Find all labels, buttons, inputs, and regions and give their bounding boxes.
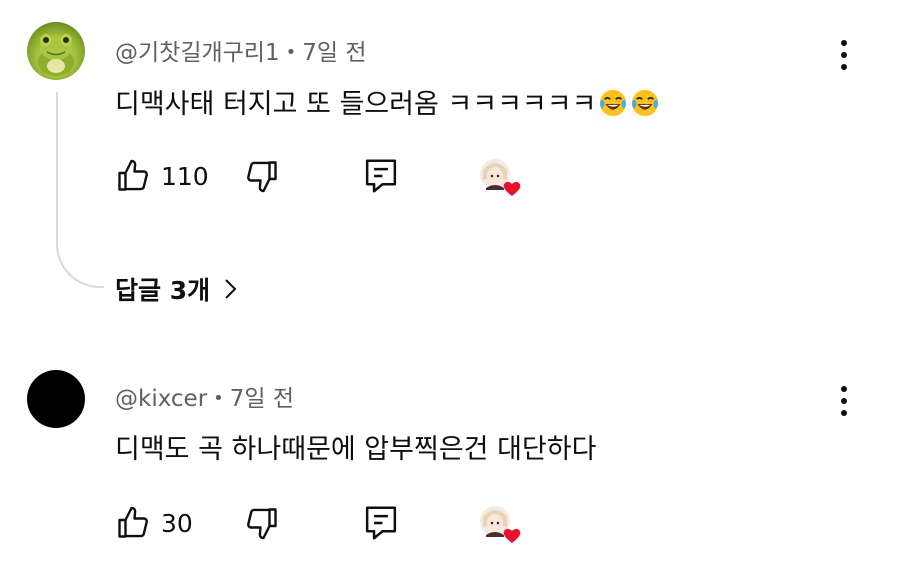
creator-heart-badge: [478, 503, 524, 543]
chevron-right-icon: [225, 279, 237, 299]
more-dot: [841, 398, 847, 404]
author-name[interactable]: @기찻길개구리1: [115, 40, 280, 66]
like-count: 110: [161, 161, 209, 191]
thread-line: [56, 92, 104, 288]
comment-time: 7일 전: [229, 386, 295, 412]
creator-heart-icon: [480, 506, 521, 543]
face-with-tears-of-joy-icon: [600, 89, 627, 117]
replies-label: 답글 3개: [115, 276, 211, 305]
reply-button[interactable]: [364, 158, 398, 194]
meta-separator: •: [285, 42, 297, 63]
more-dot: [841, 64, 847, 70]
more-options-button[interactable]: [834, 38, 854, 72]
comment-text-body: 디맥도 곡 하나때문에 압부찍은건 대단하다: [115, 434, 597, 465]
comment-meta: @기찻길개구리1 • 7일 전: [115, 33, 366, 67]
thumbs-down-icon: [247, 508, 277, 540]
more-options-button[interactable]: [834, 384, 854, 418]
thumbs-up-icon: [118, 506, 148, 538]
author-name[interactable]: @kixcer: [115, 386, 207, 412]
comment-text: 디맥사태 터지고 또 들으러옴 ㅋㅋㅋㅋㅋㅋ: [115, 82, 660, 121]
comment-meta: @kixcer • 7일 전: [115, 379, 294, 413]
reply-button[interactable]: [364, 505, 398, 541]
like-button[interactable]: 30: [115, 505, 193, 541]
like-count: 30: [161, 508, 193, 538]
comment-text: 디맥도 곡 하나때문에 압부찍은건 대단하다: [115, 427, 596, 466]
frog-avatar-image: [38, 34, 74, 76]
like-button[interactable]: 110: [115, 158, 209, 194]
avatar[interactable]: [27, 370, 85, 428]
more-dot: [841, 410, 847, 416]
creator-heart-badge: [478, 156, 524, 196]
thumbs-up-icon: [118, 159, 148, 191]
thumbs-down-icon: [247, 161, 277, 193]
more-vertical-icon: [841, 40, 847, 46]
comment-text-body: 디맥사태 터지고 또 들으러옴 ㅋㅋㅋㅋㅋㅋ: [115, 89, 597, 120]
dislike-button[interactable]: [244, 158, 280, 194]
creator-heart-icon: [480, 159, 521, 196]
reply-icon: [365, 506, 397, 540]
meta-separator: •: [213, 388, 224, 409]
view-replies-button[interactable]: 답글 3개: [115, 271, 238, 307]
reply-icon: [365, 159, 397, 193]
face-with-tears-of-joy-icon: [632, 89, 659, 117]
comment-time: 7일 전: [302, 40, 367, 66]
more-vertical-icon: [841, 386, 847, 392]
avatar[interactable]: [27, 22, 85, 80]
more-dot: [841, 52, 847, 58]
dislike-button[interactable]: [244, 505, 280, 541]
